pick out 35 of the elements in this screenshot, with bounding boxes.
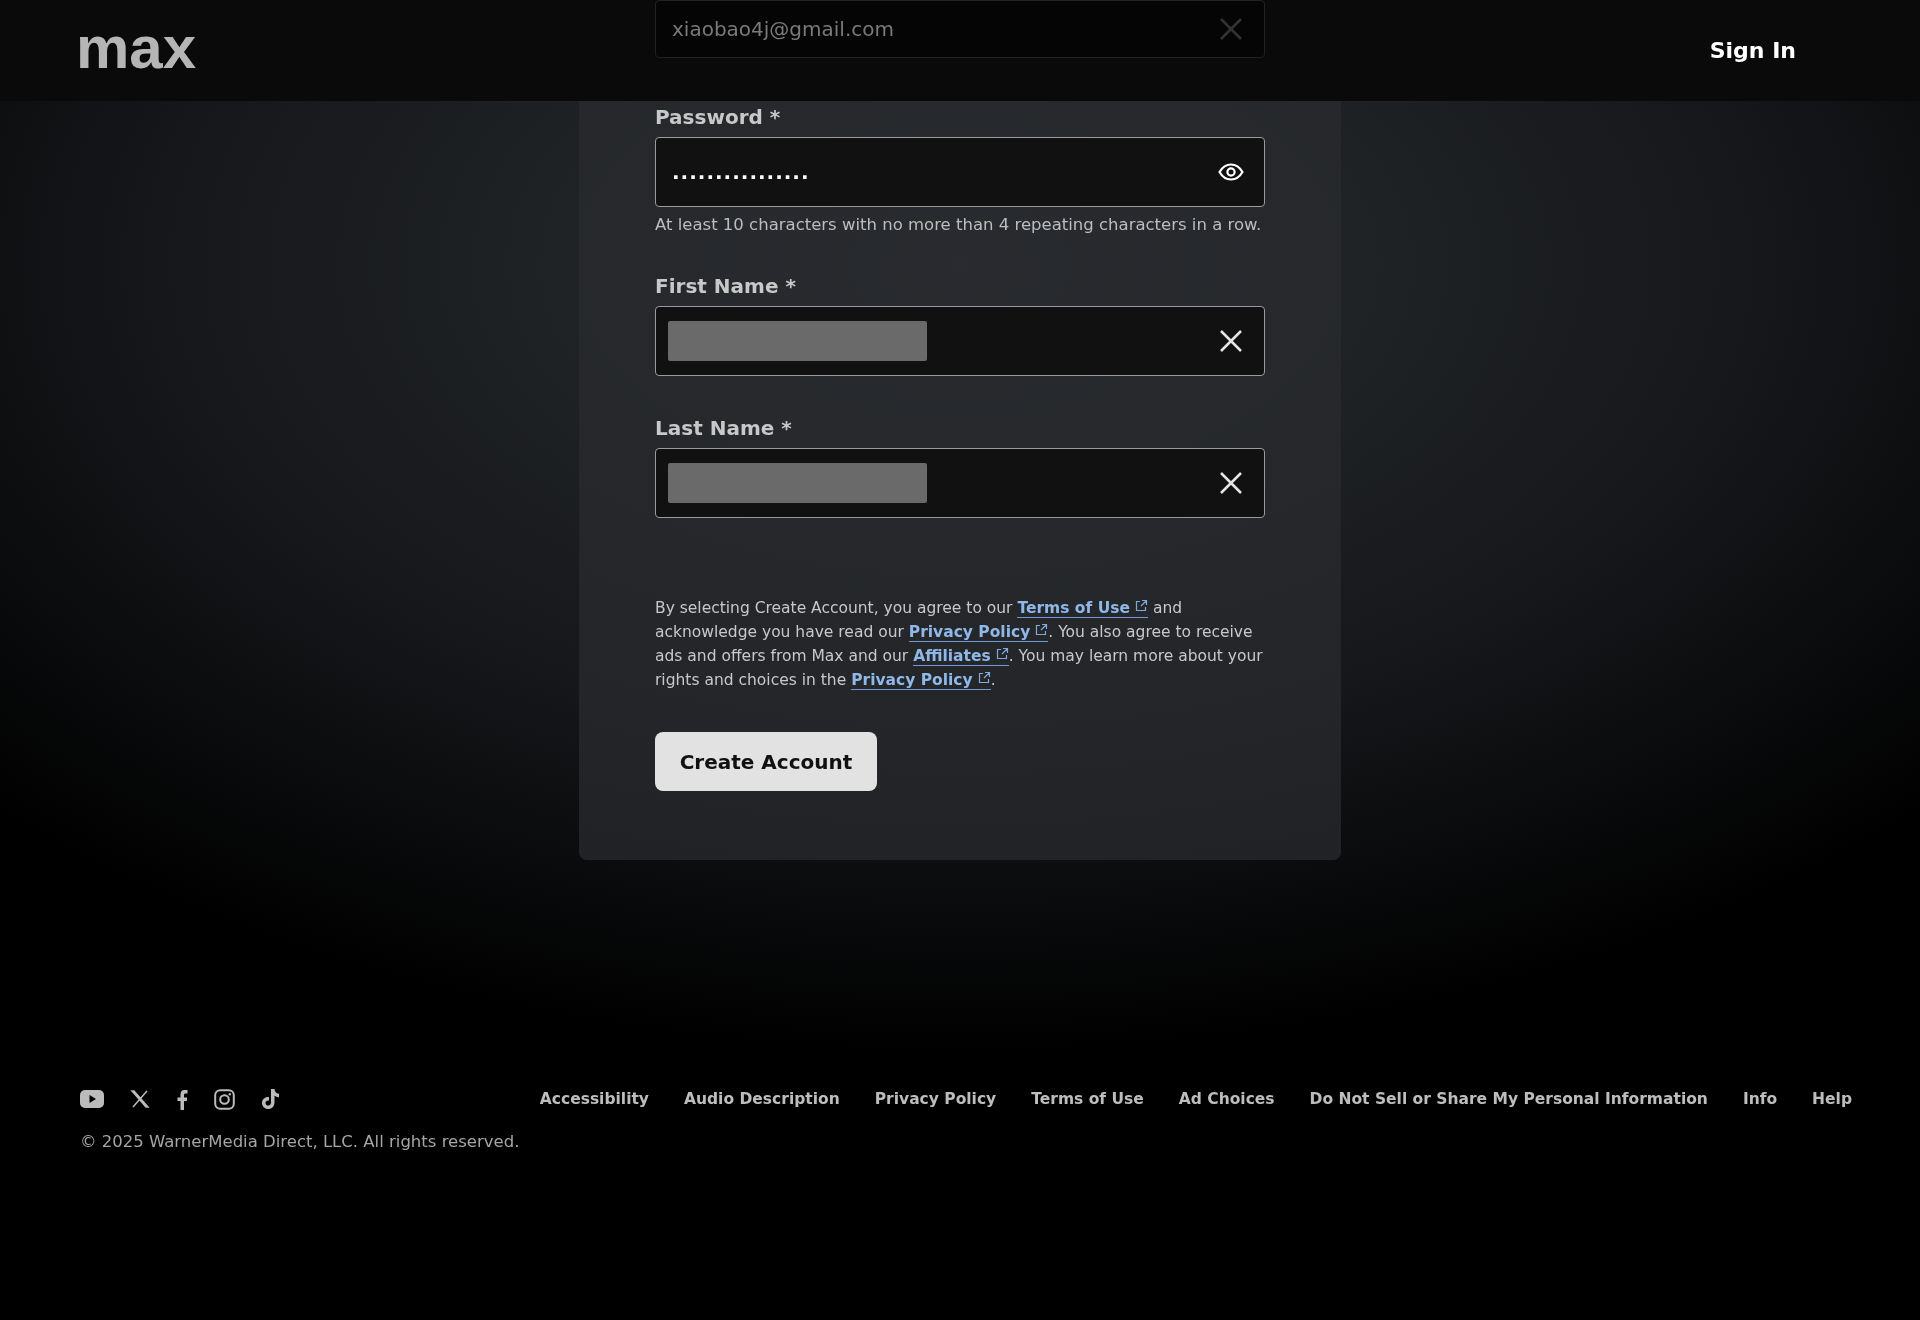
first-name-field[interactable] [655,306,1265,376]
field-label: Last Name * [655,416,792,440]
footer-link[interactable]: Audio Description [684,1090,840,1108]
sign-in-link[interactable]: Sign In [1709,38,1796,63]
password-field[interactable]: ................ [655,137,1265,207]
footer-link[interactable]: Help [1812,1090,1852,1108]
music-note-icon[interactable] [261,1088,280,1110]
footer-link[interactable]: Info [1742,1090,1778,1108]
footer-link[interactable]: Privacy Policy [874,1090,997,1108]
footer-link[interactable]: Ad Choices [1178,1090,1275,1108]
footer-link[interactable]: Do Not Sell or Share My Personal Information [1309,1090,1708,1108]
field-label: Password * [655,105,781,129]
last-name-field[interactable] [655,448,1265,518]
external-link-icon [977,671,991,684]
f-letter-icon[interactable] [176,1088,188,1110]
external-link-icon [1035,623,1049,636]
legal-link[interactable]: Affiliates [913,647,1009,666]
legal-link[interactable]: Terms of Use [1017,599,1148,618]
email-field[interactable]: xiaobao4j@gmail.com [655,0,1265,58]
create-account-button[interactable]: Create Account [655,732,877,791]
footer-link[interactable]: Accessibility [539,1090,649,1108]
external-link-icon [1135,599,1148,612]
password-hint: At least 10 characters with no more than 4 repeating characters in a row. [655,215,1262,234]
external-link-icon [995,647,1009,660]
play-button-icon[interactable] [80,1090,104,1108]
x-letter-icon[interactable] [130,1089,150,1109]
logo[interactable]: max [76,17,197,78]
legal-link[interactable]: Privacy Policy [851,671,991,690]
camera-icon[interactable] [214,1088,235,1110]
field-label: First Name * [655,274,796,298]
footer-link[interactable]: Terms of Use [1031,1090,1144,1108]
eye-icon[interactable] [1218,163,1244,181]
legal-link[interactable]: Privacy Policy [908,623,1049,642]
legal-text: By selecting Create Account, you agree to our Terms of Use and acknowledge you have read our Privacy Policy . You also agree to receive ads and offers from Max and our Affiliates . You may learn more about your rights and choices in the Privacy Policy . [655,598,1264,692]
copyright-text: © 2025 WarnerMedia Direct, LLC. All rights reserved. [80,1132,521,1151]
